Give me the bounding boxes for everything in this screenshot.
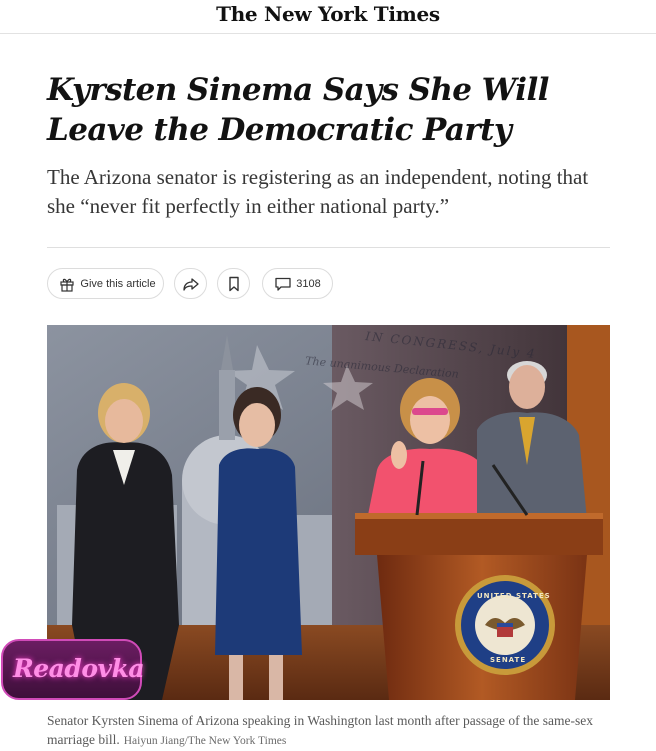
watermark-badge: Readovka (1, 639, 145, 700)
bookmark-icon (227, 276, 241, 292)
share-button[interactable] (174, 268, 207, 299)
comments-button[interactable]: 3108 (262, 268, 333, 299)
seal-text-top: UNITED STATES (477, 592, 551, 600)
masthead: The New York Times (0, 0, 656, 34)
article-summary: The Arizona senator is registering as an… (47, 165, 589, 218)
watermark-text: Readovka (13, 654, 145, 683)
photo-credit: Haiyun Jiang/The New York Times (123, 735, 287, 747)
share-icon (182, 276, 200, 292)
photo-caption: Senator Kyrsten Sinema of Arizona speaki… (47, 711, 607, 751)
gift-icon (59, 276, 80, 292)
comment-count: 3108 (296, 277, 321, 290)
seal-text-bottom: SENATE (490, 656, 527, 664)
give-article-button[interactable]: Give this article (47, 268, 164, 299)
give-article-label: Give this article (80, 277, 156, 290)
nyt-logo[interactable]: The New York Times (216, 2, 440, 26)
save-button[interactable] (217, 268, 250, 299)
divider (47, 247, 610, 248)
comment-icon (274, 276, 296, 292)
article-headline: Kyrsten Sinema Says She Will Leave the D… (47, 72, 549, 148)
